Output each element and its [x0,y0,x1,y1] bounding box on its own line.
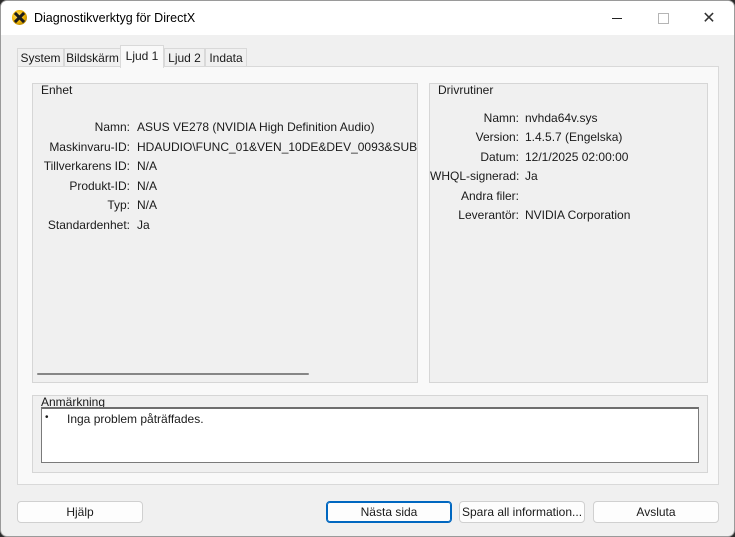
field-label: Datum: [480,150,519,164]
window-title: Diagnostikverktyg för DirectX [34,11,196,25]
field-label: Version: [475,130,519,144]
field-label: Produkt-ID: [69,179,130,193]
field-value: Ja [525,169,538,183]
field-value: N/A [137,198,158,212]
bullet-icon: • [45,412,49,423]
tab-ljud-2[interactable]: Ljud 2 [164,48,205,67]
directx-app-icon [12,10,27,25]
device-row-default-device: Standardenhet: Ja [33,217,417,233]
tab-bildskarm[interactable]: Bildskärm [64,48,121,67]
notes-textbox[interactable]: • Inga problem påträffades. [41,407,699,463]
tab-panel-ljud-1: Enhet Namn: ASUS VE278 (NVIDIA High Defi… [17,66,719,485]
device-row-type: Typ: N/A [33,197,417,213]
field-label: Tillverkarens ID: [43,159,130,173]
scrollbar-thumb[interactable] [37,373,309,375]
maximize-icon [657,12,669,24]
save-all-information-button[interactable]: Spara all information... [459,501,585,523]
driver-row-version: Version: 1.4.5.7 (Engelska) [430,129,707,145]
field-value: nvhda64v.sys [525,111,598,125]
tab-label: Ljud 1 [125,49,159,63]
maximize-button[interactable] [640,1,686,35]
close-icon: ✕ [702,10,716,27]
tab-indata[interactable]: Indata [205,48,247,67]
field-value: ASUS VE278 (NVIDIA High Definition Audio… [137,120,375,134]
field-value: Ja [137,218,150,232]
field-label: Namn: [94,120,130,134]
driver-row-provider: Leverantör: NVIDIA Corporation [430,207,707,223]
device-horizontal-scrollbar[interactable] [33,367,417,381]
tab-label: Indata [209,51,243,65]
field-label: Typ: [107,198,130,212]
tab-ljud-1[interactable]: Ljud 1 [120,45,164,68]
notes-group: Anmärkning • Inga problem påträffades. [32,395,708,473]
title-bar: Diagnostikverktyg för DirectX ✕ [1,1,734,35]
minimize-button[interactable] [594,1,640,35]
drivers-group: Drivrutiner Namn: nvhda64v.sys Version: … [429,83,708,383]
exit-button[interactable]: Avsluta [593,501,719,523]
field-label: Namn: [483,111,519,125]
field-label: Standardenhet: [47,218,130,232]
field-label: Leverantör: [458,208,519,222]
device-row-name: Namn: ASUS VE278 (NVIDIA High Definition… [33,119,417,135]
next-page-button[interactable]: Nästa sida [326,501,452,523]
tab-label: Ljud 2 [168,51,201,65]
tab-label: System [20,51,61,65]
device-row-manufacturer-id: Tillverkarens ID: N/A [33,158,417,174]
device-row-product-id: Produkt-ID: N/A [33,178,417,194]
field-value: N/A [137,179,158,193]
driver-row-other-files: Andra filer: [430,188,707,204]
help-button[interactable]: Hjälp [17,501,143,523]
field-value: HDAUDIO\FUNC_01&VEN_10DE&DEV_0093&SUBSYS… [137,140,417,154]
drivers-group-title: Drivrutiner [438,83,494,97]
device-group: Enhet Namn: ASUS VE278 (NVIDIA High Defi… [32,83,418,383]
field-value: NVIDIA Corporation [525,208,631,222]
driver-row-name: Namn: nvhda64v.sys [430,110,707,126]
driver-row-date: Datum: 12/1/2025 02:00:00 [430,149,707,165]
field-value: N/A [137,159,158,173]
close-button[interactable]: ✕ [686,1,732,35]
note-item: Inga problem påträffades. [67,412,204,426]
directx-window: Diagnostikverktyg för DirectX ✕ System B… [0,0,735,537]
field-label: Maskinvaru-ID: [49,140,130,154]
minimize-icon [612,17,622,19]
field-value: 1.4.5.7 (Engelska) [525,130,623,144]
field-value: 12/1/2025 02:00:00 [525,150,629,164]
driver-row-whql: WHQL-signerad: Ja [430,168,707,184]
tab-system[interactable]: System [17,48,64,67]
tab-label: Bildskärm [66,51,119,65]
field-label: Andra filer: [460,189,519,203]
device-group-title: Enhet [41,83,73,97]
device-row-hardware-id: Maskinvaru-ID: HDAUDIO\FUNC_01&VEN_10DE&… [33,139,417,155]
field-label: WHQL-signerad: [430,169,520,183]
